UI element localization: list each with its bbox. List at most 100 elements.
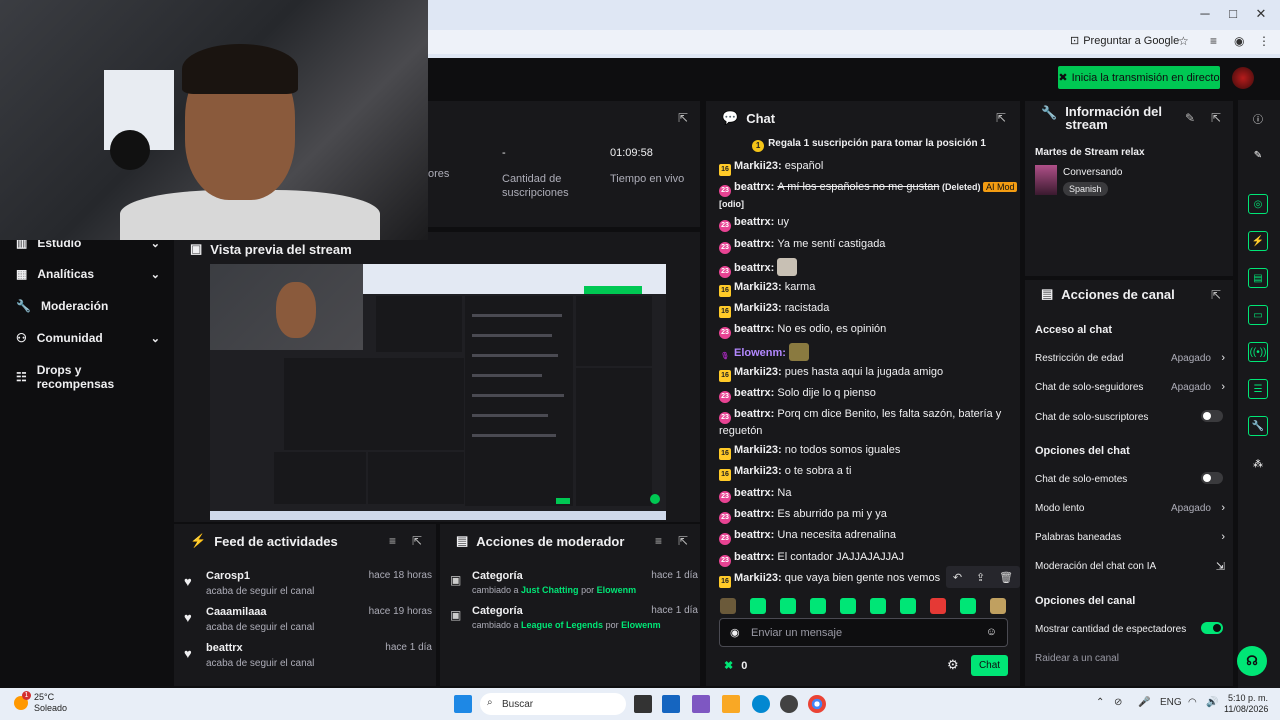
menu-icon[interactable]: ⋮ — [1258, 34, 1270, 48]
pencil-icon[interactable]: ✎ — [1248, 145, 1268, 165]
edge-icon[interactable] — [752, 695, 770, 713]
app-icon[interactable] — [662, 695, 680, 713]
chat-username[interactable]: beattrx: — [734, 551, 777, 563]
sub-badge-icon[interactable]: 23 — [719, 185, 731, 197]
filter-icon[interactable]: ≡ — [389, 534, 396, 548]
emoji-icon[interactable]: ☺ — [986, 626, 997, 638]
subs-only-toggle[interactable] — [1201, 410, 1223, 422]
sub-badge-icon[interactable]: 23 — [719, 412, 731, 424]
quick-emote[interactable] — [870, 598, 886, 614]
chat-username[interactable]: beattrx: — [734, 508, 777, 520]
pinned-gift-banner[interactable]: 1 Regala 1 suscripción para tomar la posi… — [719, 138, 1019, 154]
broadcaster-badge-icon[interactable]: 🎙 — [719, 351, 731, 363]
age-restriction-option[interactable]: Restricción de edad Apagado › — [1035, 352, 1225, 364]
camera-icon[interactable]: ◎ — [1248, 194, 1268, 214]
sub-badge-icon[interactable]: 16 — [719, 370, 731, 382]
tab-search-icon[interactable]: ≡ — [1210, 34, 1217, 48]
banned-words-option[interactable]: Palabras baneadas › — [1035, 531, 1225, 543]
nav-item-analytics[interactable]: ▦ Analíticas ⌄ — [16, 267, 160, 281]
profile-icon[interactable]: ◉ — [1234, 34, 1244, 48]
sub-badge-icon[interactable]: 23 — [719, 242, 731, 254]
sub-badge-icon[interactable]: 23 — [719, 491, 731, 503]
close-button[interactable]: ✕ — [1250, 6, 1272, 22]
followers-only-option[interactable]: Chat de solo-seguidores Apagado › — [1035, 381, 1225, 393]
document-icon[interactable]: ▤ — [1248, 268, 1268, 288]
ai-moderation-option[interactable]: Moderación del chat con IA ⇲ — [1035, 561, 1225, 573]
network-icon[interactable]: ⊘ — [1114, 697, 1122, 708]
quick-emote[interactable] — [930, 598, 946, 614]
show-viewers-toggle[interactable] — [1201, 622, 1223, 634]
popout-icon[interactable]: ⇱ — [1211, 288, 1221, 302]
app-icon[interactable] — [692, 695, 710, 713]
taskbar-search[interactable]: ⌕ Buscar — [480, 693, 626, 715]
quick-emote[interactable] — [810, 598, 826, 614]
raid-option[interactable]: Raidear a un canal — [1035, 653, 1225, 664]
wrench-icon[interactable]: 🔧 — [1248, 416, 1268, 436]
pin-icon[interactable]: ⇪ — [976, 571, 985, 584]
category-thumbnail[interactable] — [1035, 165, 1057, 195]
volume-icon[interactable]: 🔊 — [1206, 697, 1218, 708]
sub-badge-icon[interactable]: 23 — [719, 266, 731, 278]
emotes-only-toggle[interactable] — [1201, 472, 1223, 484]
sub-badge-icon[interactable]: 16 — [719, 306, 731, 318]
filter-icon[interactable]: ≡ — [655, 534, 662, 548]
popout-icon[interactable]: ⇱ — [678, 111, 688, 125]
nav-item-drops[interactable]: ☷ Drops y recompensas — [16, 363, 160, 391]
sub-badge-icon[interactable]: 16 — [719, 576, 731, 588]
sub-badge-icon[interactable]: 23 — [719, 220, 731, 232]
task-view-icon[interactable] — [634, 695, 652, 713]
language-indicator[interactable]: ENG — [1160, 697, 1182, 708]
community-icon[interactable]: ⁂ — [1248, 454, 1268, 474]
feed-user[interactable]: beattrx — [206, 642, 243, 654]
chat-username[interactable]: beattrx: — [734, 529, 777, 541]
channel-points[interactable]: ✖ 0 — [724, 659, 747, 673]
user-avatar[interactable] — [1232, 67, 1254, 89]
popout-icon[interactable]: ⇱ — [996, 111, 1006, 125]
chat-input[interactable]: ◉ Enviar un mensaje ☺ — [719, 618, 1008, 647]
bolt-icon[interactable]: ⚡ — [1248, 231, 1268, 251]
feed-user[interactable]: Carosp1 — [206, 570, 250, 582]
sub-badge-icon[interactable]: 23 — [719, 327, 731, 339]
chat-icon[interactable]: ▭ — [1248, 305, 1268, 325]
maximize-button[interactable]: □ — [1222, 6, 1244, 21]
chat-mode-icon[interactable]: ◉ — [730, 626, 740, 639]
quick-emote[interactable] — [990, 598, 1006, 614]
ask-google-button[interactable]: ⊡ Preguntar a Google — [1070, 34, 1179, 48]
language-tag[interactable]: Spanish — [1063, 182, 1108, 196]
chat-username[interactable]: Markii23: — [734, 281, 785, 293]
chat-username[interactable]: beattrx: — [734, 487, 777, 499]
folder-icon[interactable] — [722, 695, 740, 713]
popout-icon[interactable]: ⇱ — [412, 534, 422, 548]
edit-icon[interactable]: ✎ — [1185, 111, 1195, 125]
chat-username[interactable]: Markii23: — [734, 444, 785, 456]
quick-emote[interactable] — [720, 598, 736, 614]
sub-badge-icon[interactable]: 23 — [719, 533, 731, 545]
go-live-button[interactable]: ✖ Inicia la transmisión en directo — [1058, 66, 1220, 89]
chrome-icon[interactable] — [808, 695, 826, 713]
nav-item-moderation[interactable]: 🔧 Moderación — [16, 299, 160, 313]
help-button[interactable]: ☊ — [1237, 646, 1267, 676]
sub-badge-icon[interactable]: 16 — [719, 448, 731, 460]
obs-icon[interactable] — [780, 695, 798, 713]
chat-username[interactable]: Markii23: — [734, 160, 785, 172]
chat-username[interactable]: beattrx: — [734, 216, 777, 228]
chat-username[interactable]: beattrx: — [734, 262, 777, 274]
quick-emote[interactable] — [840, 598, 856, 614]
chat-username[interactable]: Markii23: — [734, 302, 785, 314]
gear-icon[interactable]: ⚙ — [947, 657, 959, 673]
category-name[interactable]: Conversando — [1063, 167, 1122, 178]
chat-send-button[interactable]: Chat — [971, 655, 1008, 676]
sub-badge-icon[interactable]: 23 — [719, 391, 731, 403]
mic-icon[interactable]: 🎤 — [1138, 697, 1150, 708]
sub-badge-icon[interactable]: 16 — [719, 164, 731, 176]
chat-username[interactable]: Elowenm: — [734, 347, 789, 359]
windows-start-icon[interactable] — [454, 695, 472, 713]
popout-icon[interactable]: ⇱ — [678, 534, 688, 548]
list-icon[interactable]: ☰ — [1248, 379, 1268, 399]
wifi-icon[interactable]: ◠ — [1188, 697, 1197, 708]
chevron-up-icon[interactable]: ⌃ — [1096, 697, 1104, 708]
quick-emote[interactable] — [780, 598, 796, 614]
sub-badge-icon[interactable]: 23 — [719, 555, 731, 567]
sub-badge-icon[interactable]: 23 — [719, 512, 731, 524]
quick-emote[interactable] — [960, 598, 976, 614]
